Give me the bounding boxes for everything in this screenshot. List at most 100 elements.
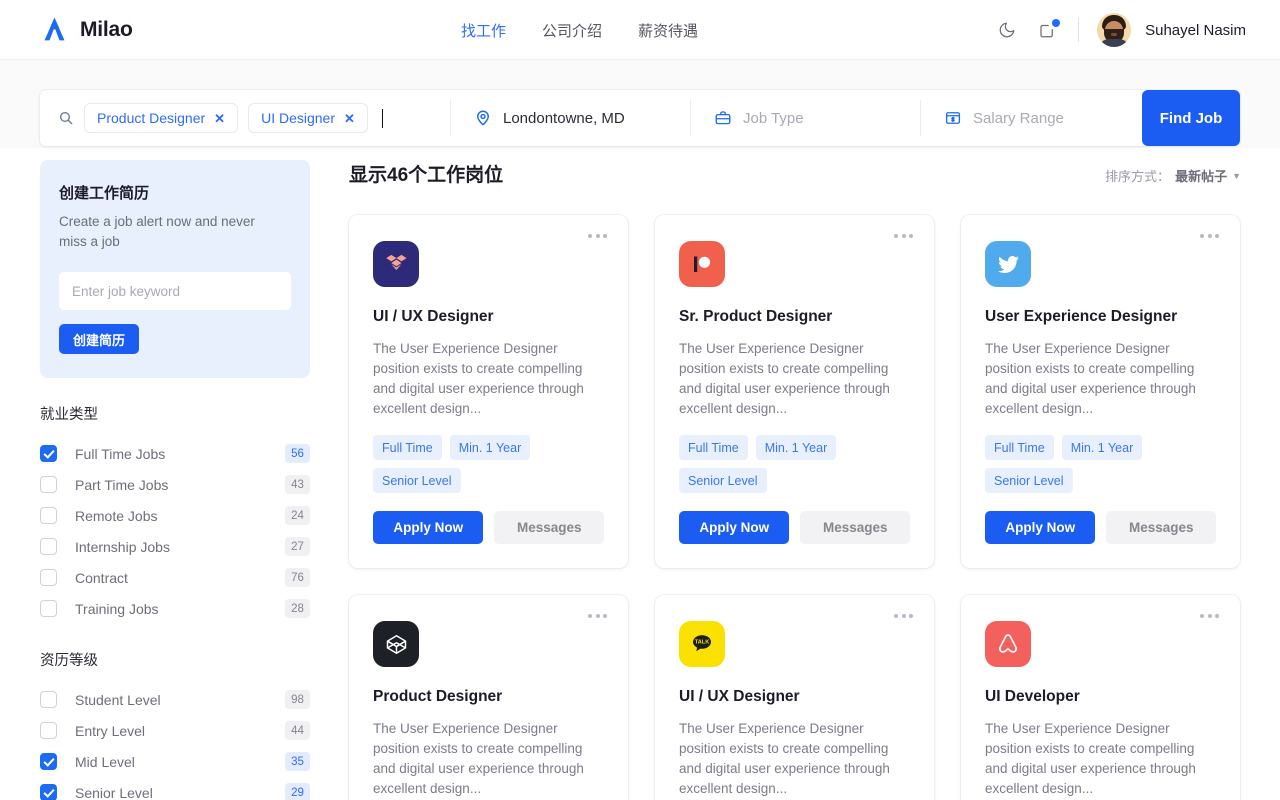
dropbox-logo-icon [373, 241, 419, 287]
checkbox-icon[interactable] [40, 722, 57, 739]
sort-dropdown[interactable]: 排序方式： 最新帖子 ▼ [1105, 166, 1241, 185]
search-icon [59, 111, 73, 125]
filter-option-part-time[interactable]: Part Time Jobs 43 [40, 469, 310, 500]
filter-count-badge: 27 [285, 537, 310, 556]
checkbox-checked-icon[interactable] [40, 445, 57, 462]
filter-option-label: Entry Level [75, 722, 146, 739]
keyword-chip-label: UI Designer [261, 110, 335, 126]
salary-segment[interactable]: Salary Range [920, 90, 1142, 146]
job-description: The User Experience Designer position ex… [373, 341, 584, 416]
job-card[interactable]: User Experience Designer The User Experi… [961, 215, 1240, 568]
filter-count-badge: 98 [285, 690, 310, 709]
filter-option-student-level[interactable]: Student Level 98 [40, 684, 310, 715]
job-search-bar: Product Designer ✕ UI Designer ✕ Londont… [40, 90, 1240, 146]
more-options-icon[interactable] [588, 614, 607, 618]
more-options-icon[interactable] [588, 234, 607, 238]
checkbox-icon[interactable] [40, 691, 57, 708]
keyword-segment[interactable]: Product Designer ✕ UI Designer ✕ [40, 90, 450, 146]
checkbox-icon[interactable] [40, 476, 57, 493]
filter-option-mid-level[interactable]: Mid Level 35 [40, 746, 310, 777]
header-divider [1078, 18, 1080, 42]
filter-group-title: 就业类型 [40, 407, 98, 423]
filter-option-full-time[interactable]: Full Time Jobs 56 [40, 438, 310, 469]
twitter-glyph [997, 255, 1019, 273]
checkbox-icon[interactable] [40, 569, 57, 586]
moon-icon[interactable] [994, 17, 1020, 43]
job-description: The User Experience Designer position ex… [985, 721, 1196, 796]
job-tag: Min. 1 Year [1061, 435, 1143, 460]
keyword-chip[interactable]: Product Designer ✕ [84, 103, 239, 133]
nav-item-companies[interactable]: 公司介绍 [542, 20, 602, 41]
job-description: The User Experience Designer position ex… [679, 721, 890, 796]
kakaotalk-glyph: TALK [693, 635, 711, 652]
location-segment[interactable]: Londontowne, MD [450, 90, 690, 146]
close-icon[interactable]: ✕ [344, 112, 355, 125]
more-options-icon[interactable] [1200, 614, 1219, 618]
notification-badge-dot [1052, 19, 1061, 27]
location-pin-icon [477, 110, 489, 126]
user-name[interactable]: Suhayel Nasim [1145, 22, 1246, 39]
filter-option-remote[interactable]: Remote Jobs 24 [40, 500, 310, 531]
notification-icon[interactable] [1034, 17, 1061, 43]
job-actions: Apply Now Messages [373, 511, 604, 544]
apply-now-button[interactable]: Apply Now [679, 511, 790, 544]
nav-item-jobs[interactable]: 找工作 [461, 20, 506, 41]
avatar[interactable] [1097, 13, 1132, 47]
apply-now-button[interactable]: Apply Now [985, 511, 1096, 544]
dropbox-glyph [386, 254, 407, 271]
brand-name: Milao [80, 17, 133, 41]
filter-option-internship[interactable]: Internship Jobs 27 [40, 531, 310, 562]
airbnb-logo-icon [985, 621, 1031, 667]
job-tag: Full Time [985, 435, 1054, 460]
briefcase-icon [715, 111, 731, 125]
job-description: The User Experience Designer position ex… [679, 341, 890, 416]
job-card[interactable]: UI / UX Designer The User Experience Des… [349, 215, 628, 568]
checkbox-checked-icon[interactable] [40, 753, 57, 770]
job-tags: Full Time Min. 1 Year Senior Level [373, 435, 604, 493]
job-tag: Min. 1 Year [755, 435, 837, 460]
checkbox-icon[interactable] [40, 600, 57, 617]
header-actions: Suhayel Nasim [994, 0, 1246, 60]
filter-count-badge: 56 [285, 444, 310, 463]
filter-option-label: Mid Level [75, 753, 135, 770]
more-options-icon[interactable] [894, 234, 913, 238]
job-card[interactable]: TALK UI / UX Designer The User Experienc… [655, 595, 934, 800]
checkbox-icon[interactable] [40, 538, 57, 555]
messages-button[interactable]: Messages [494, 511, 604, 544]
job-title: UI / UX Designer [373, 308, 494, 325]
job-keyword-input[interactable] [59, 272, 291, 310]
filter-option-training[interactable]: Training Jobs 28 [40, 593, 310, 624]
more-options-icon[interactable] [894, 614, 913, 618]
job-card[interactable]: UI Developer The User Experience Designe… [961, 595, 1240, 800]
filter-option-entry-level[interactable]: Entry Level 44 [40, 715, 310, 746]
filter-option-label: Part Time Jobs [75, 476, 169, 493]
job-tag: Full Time [679, 435, 748, 460]
messages-button[interactable]: Messages [1106, 511, 1216, 544]
kakaotalk-logo-icon: TALK [679, 621, 725, 667]
apply-now-button[interactable]: Apply Now [373, 511, 484, 544]
job-tag: Senior Level [373, 468, 461, 493]
messages-button[interactable]: Messages [800, 511, 910, 544]
checkbox-icon[interactable] [40, 507, 57, 524]
job-card[interactable]: Sr. Product Designer The User Experience… [655, 215, 934, 568]
find-job-button[interactable]: Find Job [1142, 90, 1240, 146]
job-card[interactable]: Product Designer The User Experience Des… [349, 595, 628, 800]
brand-logo[interactable]: Milao [40, 15, 133, 44]
patreon-logo-icon [679, 241, 725, 287]
filter-option-senior-level[interactable]: Senior Level 29 [40, 777, 310, 800]
checkbox-checked-icon[interactable] [40, 784, 57, 800]
more-options-icon[interactable] [1200, 234, 1219, 238]
keyword-chip[interactable]: UI Designer ✕ [248, 103, 368, 133]
filter-count-badge: 43 [285, 475, 310, 494]
job-tag: Min. 1 Year [449, 435, 531, 460]
close-icon[interactable]: ✕ [214, 112, 225, 125]
job-type-segment[interactable]: Job Type [690, 90, 920, 146]
app-header: Milao 找工作 公司介绍 薪资待遇 Suhayel Nasim [0, 0, 1280, 60]
filter-option-contract[interactable]: Contract 76 [40, 562, 310, 593]
filter-count-badge: 29 [285, 783, 310, 800]
create-alert-button[interactable]: 创建简历 [59, 324, 140, 354]
keyword-chip-label: Product Designer [97, 110, 206, 126]
job-card-grid: UI / UX Designer The User Experience Des… [349, 215, 1241, 800]
twitter-logo-icon [985, 241, 1031, 287]
nav-item-salary[interactable]: 薪资待遇 [638, 20, 698, 41]
